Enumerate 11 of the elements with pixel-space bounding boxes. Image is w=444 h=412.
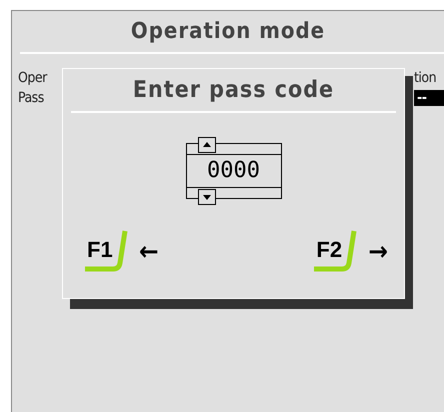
row-value: tion	[414, 70, 438, 86]
row-label: Oper	[18, 70, 47, 86]
dialog-title: Enter pass code	[132, 77, 336, 103]
function-key[interactable]: F1	[83, 227, 129, 273]
screen-title: Operation mode	[130, 19, 326, 44]
row-label: Pass	[18, 90, 44, 106]
function-key[interactable]: F2	[312, 227, 358, 273]
code-value: 0000	[206, 157, 261, 185]
value-field: --	[414, 90, 444, 106]
arrow-label: →	[368, 237, 388, 267]
arrow-label: ←	[139, 237, 159, 267]
